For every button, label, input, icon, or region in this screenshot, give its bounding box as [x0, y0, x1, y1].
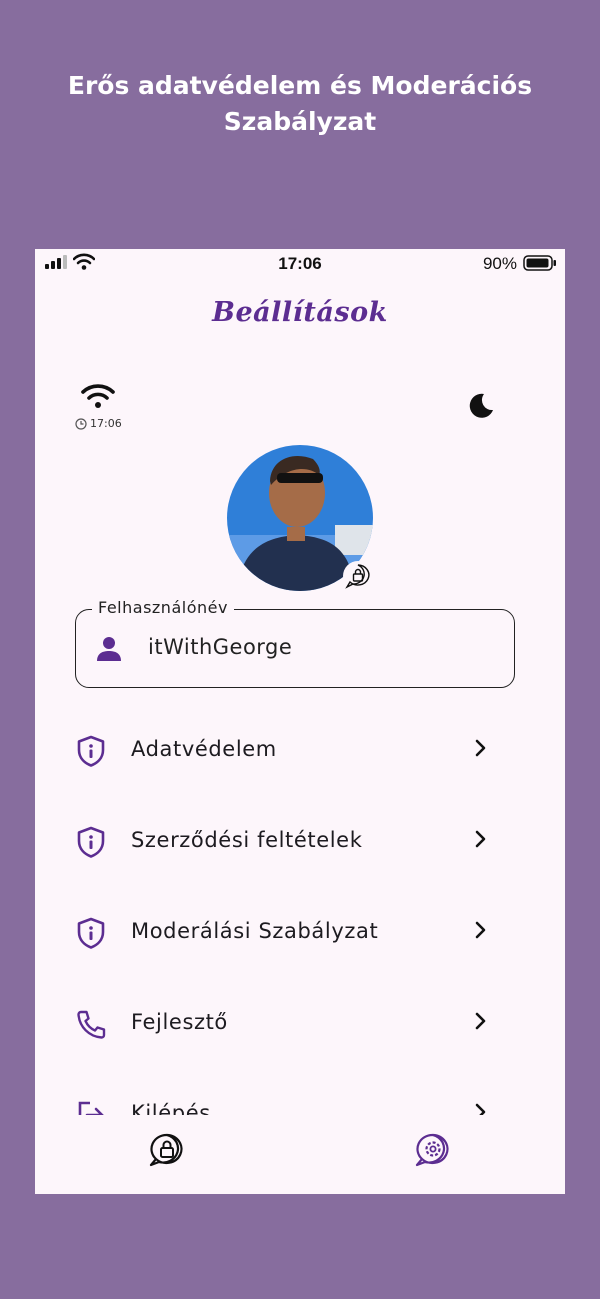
bottom-navigation: [35, 1115, 565, 1194]
chevron-right-icon: [475, 1012, 486, 1030]
lock-chat-icon[interactable]: [149, 1132, 185, 1168]
avatar[interactable]: [227, 445, 373, 591]
menu-item-label: Moderálási Szabályzat: [131, 919, 379, 943]
battery-percent: 90%: [482, 254, 517, 273]
network-time: 17:06: [75, 417, 122, 430]
moon-icon[interactable]: [467, 392, 495, 420]
app-title: Beállítások: [212, 297, 388, 328]
chevron-right-icon: [475, 921, 486, 939]
menu-item-adatvedelem[interactable]: Adatvédelem: [35, 716, 565, 786]
phone-screen: 17:06 90% Beállítások 17:06 Felhasználón…: [35, 249, 565, 1194]
username-field[interactable]: Felhasználónév itWithGeorge: [75, 598, 515, 688]
chevron-right-icon: [475, 739, 486, 757]
chevron-right-icon: [475, 830, 486, 848]
username-field-label: Felhasználónév: [92, 598, 234, 617]
shield-info-icon: [77, 826, 105, 858]
page-headline: Erős adatvédelem és Moderációs Szabályza…: [67, 71, 533, 136]
shield-info-icon: [77, 917, 105, 949]
menu-item-label: Fejlesztő: [131, 1010, 228, 1034]
menu-item-moderalasi-szabalyzat[interactable]: Moderálási Szabályzat: [35, 898, 565, 968]
battery-icon: [523, 255, 556, 271]
settings-chat-icon[interactable]: [415, 1132, 451, 1168]
clock-icon: [75, 417, 87, 430]
phone-icon: [77, 1010, 106, 1039]
network-time-label: 17:06: [90, 417, 122, 430]
lock-icon: [345, 564, 370, 589]
username-value: itWithGeorge: [148, 635, 293, 659]
status-bar: 17:06 90%: [35, 249, 565, 279]
avatar-lock-badge: [343, 561, 373, 591]
person-icon: [97, 637, 121, 661]
menu-item-szerzodesi-feltetelek[interactable]: Szerződési feltételek: [35, 807, 565, 877]
menu-item-fejleszto[interactable]: Fejlesztő: [35, 989, 565, 1059]
shield-info-icon: [77, 735, 105, 767]
wifi-icon: [81, 384, 115, 408]
menu-item-label: Adatvédelem: [131, 737, 277, 761]
menu-item-label: Szerződési feltételek: [131, 828, 363, 852]
